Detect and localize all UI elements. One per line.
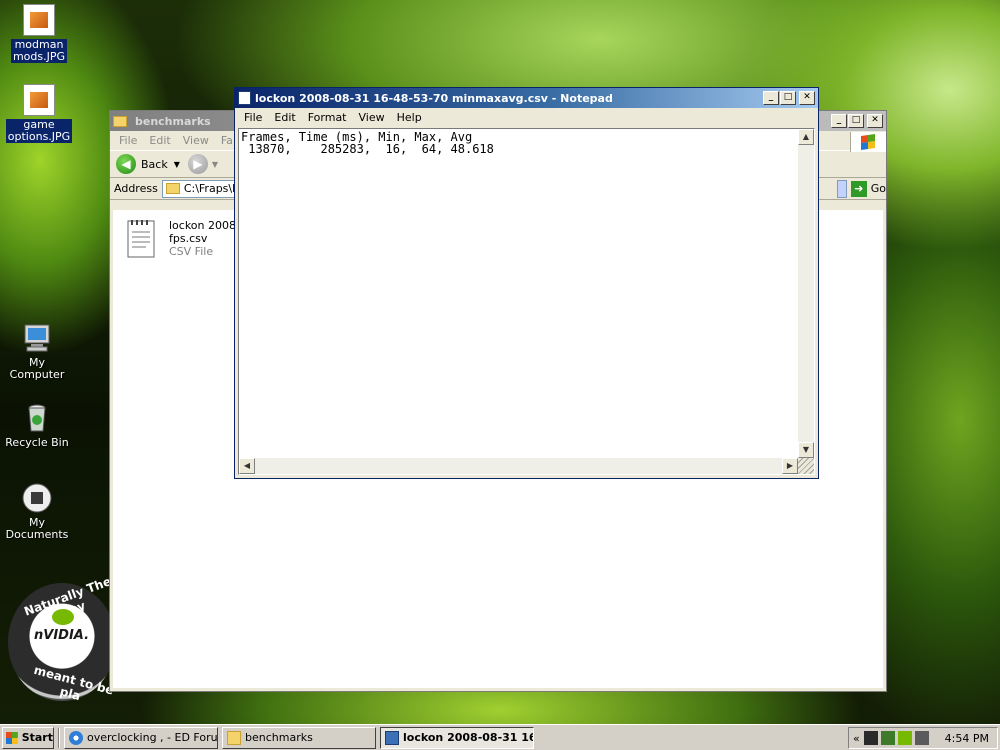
image-file-icon xyxy=(23,84,55,116)
tray-expand-button[interactable]: « xyxy=(853,732,860,745)
volume-icon[interactable] xyxy=(914,731,929,745)
text-file-icon xyxy=(127,220,155,258)
desktop-icon-recycle-bin[interactable]: Recycle Bin xyxy=(0,402,74,449)
file-item-csv[interactable]: lockon 2008-0 fps.csv CSV File xyxy=(125,218,247,266)
notepad-icon xyxy=(238,91,251,105)
text-content: Frames, Time (ms), Min, Max, Avg 13870, … xyxy=(241,130,494,156)
go-label: Go xyxy=(870,182,886,195)
close-button[interactable]: ✕ xyxy=(799,91,815,105)
windows-flag-icon xyxy=(861,134,875,150)
desktop-icon-label: modman mods.JPG xyxy=(10,38,68,63)
clock: 4:54 PM xyxy=(944,731,989,745)
window-title: lockon 2008-08-31 16-48-53-70 minmaxavg.… xyxy=(255,91,613,105)
back-button[interactable]: Back xyxy=(141,158,168,171)
maximize-button[interactable]: □ xyxy=(780,91,796,105)
scroll-up-button[interactable]: ▲ xyxy=(798,129,814,145)
task-benchmarks[interactable]: benchmarks xyxy=(222,726,376,749)
notepad-icon xyxy=(385,730,399,745)
address-dropdown-icon[interactable] xyxy=(837,179,847,198)
windows-logo xyxy=(850,132,886,152)
back-dropdown-icon[interactable]: ▼ xyxy=(174,160,180,169)
internet-explorer-icon xyxy=(69,730,83,745)
forward-button[interactable]: ▶ xyxy=(187,154,208,174)
menu-edit[interactable]: Edit xyxy=(268,111,301,124)
go-button[interactable]: ➜ Go xyxy=(850,180,886,197)
desktop-icon-game-options[interactable]: game options.JPG xyxy=(2,84,76,143)
windows-flag-icon xyxy=(6,731,18,744)
maximize-button[interactable]: □ xyxy=(848,114,864,128)
desktop-icon-modman-mods[interactable]: modman mods.JPG xyxy=(2,4,76,63)
menu-view[interactable]: View xyxy=(353,111,391,124)
text-editor[interactable]: Frames, Time (ms), Min, Max, Avg 13870, … xyxy=(238,128,815,475)
recycle-bin-icon xyxy=(21,402,53,434)
scroll-left-button[interactable]: ◀ xyxy=(239,458,255,474)
task-notepad[interactable]: lockon 2008-08-31 16... xyxy=(380,726,534,749)
menu-edit[interactable]: Edit xyxy=(143,134,176,147)
address-label: Address xyxy=(114,182,158,195)
network-icon[interactable] xyxy=(863,731,878,745)
desktop-icon-label: game options.JPG xyxy=(5,118,73,143)
notepad-menubar: File Edit Format View Help xyxy=(235,108,818,127)
start-button[interactable]: Start xyxy=(2,726,54,749)
taskbar-divider xyxy=(58,727,60,748)
nvidia-tray-icon[interactable] xyxy=(897,731,912,745)
menu-view[interactable]: View xyxy=(177,134,215,147)
back-arrow-icon[interactable]: ◀ xyxy=(116,154,136,174)
nvidia-eye-icon xyxy=(52,609,74,625)
notepad-titlebar[interactable]: lockon 2008-08-31 16-48-53-70 minmaxavg.… xyxy=(235,88,818,108)
resize-grip[interactable] xyxy=(798,458,814,474)
folder-icon xyxy=(227,730,241,745)
scroll-right-button[interactable]: ▶ xyxy=(782,458,798,474)
desktop-icon-my-documents[interactable]: My Documents xyxy=(0,482,74,541)
minimize-button[interactable]: _ xyxy=(831,114,847,128)
horizontal-scrollbar[interactable]: ◀ ▶ xyxy=(239,458,798,474)
forward-dropdown-icon[interactable]: ▼ xyxy=(212,160,218,169)
taskbar: Start overclocking , - ED Foru... benchm… xyxy=(0,724,1000,750)
menu-format[interactable]: Format xyxy=(302,111,353,124)
system-tray: « 4:54 PM xyxy=(848,727,998,749)
notepad-window[interactable]: lockon 2008-08-31 16-48-53-70 minmaxavg.… xyxy=(234,87,819,479)
display-icon[interactable] xyxy=(880,731,895,745)
documents-icon xyxy=(21,482,53,514)
go-arrow-icon: ➜ xyxy=(850,180,867,197)
minimize-button[interactable]: _ xyxy=(763,91,779,105)
task-overclocking-forum[interactable]: overclocking , - ED Foru... xyxy=(64,726,218,749)
nvidia-badge-logo: Naturally The way nVIDIA. meant to be pl… xyxy=(8,574,116,703)
desktop-icon-label: My Documents xyxy=(5,516,69,541)
desktop-icon-my-computer[interactable]: My Computer xyxy=(0,322,74,381)
menu-file[interactable]: File xyxy=(113,134,143,147)
folder-icon xyxy=(165,183,180,194)
desktop-icon-label: Recycle Bin xyxy=(5,436,69,449)
menu-help[interactable]: Help xyxy=(391,111,428,124)
image-file-icon xyxy=(23,4,55,36)
menu-file[interactable]: File xyxy=(238,111,268,124)
scroll-down-button[interactable]: ▼ xyxy=(798,442,814,458)
close-button[interactable]: ✕ xyxy=(867,114,883,128)
vertical-scrollbar[interactable]: ▲ ▼ xyxy=(798,129,814,458)
folder-icon xyxy=(113,115,127,127)
desktop-icon-label: My Computer xyxy=(9,356,65,381)
computer-icon xyxy=(21,322,53,354)
